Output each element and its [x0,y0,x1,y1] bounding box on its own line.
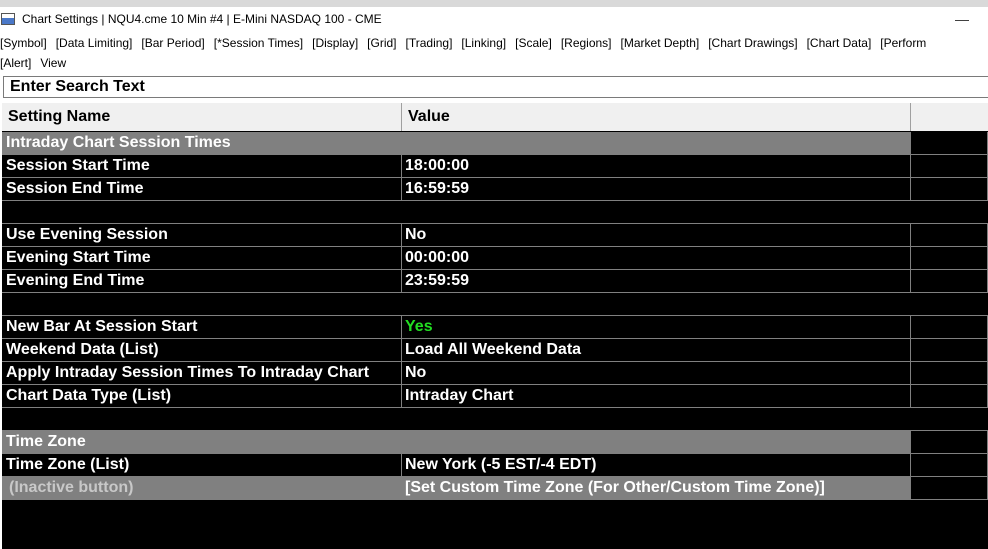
background-window-strip [0,0,988,7]
menu-bar-period[interactable]: [Bar Period] [141,36,204,50]
row-inactive-button[interactable]: (Inactive button) [Set Custom Time Zone … [2,477,988,500]
row-evening-end[interactable]: Evening End Time 23:59:59 [2,270,988,293]
menu-chart-drawings[interactable]: [Chart Drawings] [708,36,797,50]
blank-row [2,201,988,224]
row-spacer [911,477,988,500]
setting-value[interactable]: 00:00:00 [402,247,911,270]
setting-value[interactable]: Intraday Chart [402,385,911,408]
setting-name: New Bar At Session Start [2,316,402,339]
menu-market-depth[interactable]: [Market Depth] [621,36,700,50]
set-custom-time-zone-button[interactable]: [Set Custom Time Zone (For Other/Custom … [402,477,911,500]
row-spacer [911,132,988,155]
setting-name: Evening End Time [2,270,402,293]
setting-name: Apply Intraday Session Times To Intraday… [2,362,402,385]
row-session-start[interactable]: Session Start Time 18:00:00 [2,155,988,178]
menu-view[interactable]: View [40,56,66,70]
row-spacer [911,454,988,477]
blank-row [2,293,988,316]
menu-grid[interactable]: [Grid] [367,36,396,50]
settings-menu-bar: [Symbol] [Data Limiting] [Bar Period] [*Ses… [0,36,988,72]
row-weekend-data[interactable]: Weekend Data (List) Load All Weekend Dat… [2,339,988,362]
menu-scale[interactable]: [Scale] [515,36,552,50]
setting-name: Use Evening Session [2,224,402,247]
setting-name: Evening Start Time [2,247,402,270]
grid-header: Setting Name Value [2,103,988,131]
row-new-bar[interactable]: New Bar At Session Start Yes [2,316,988,339]
setting-value[interactable]: 16:59:59 [402,178,911,201]
setting-value[interactable]: Load All Weekend Data [402,339,911,362]
row-spacer [911,431,988,454]
blank-row [2,408,988,431]
menu-regions[interactable]: [Regions] [561,36,612,50]
menu-alert[interactable]: [Alert] [0,56,31,70]
inactive-button-label: (Inactive button) [2,477,402,500]
row-evening-start[interactable]: Evening Start Time 00:00:00 [2,247,988,270]
row-spacer [911,339,988,362]
app-window-icon [1,13,15,25]
header-value[interactable]: Value [402,103,911,131]
section-intraday: Intraday Chart Session Times [2,132,988,155]
setting-name: Chart Data Type (List) [2,385,402,408]
setting-value[interactable]: No [402,224,911,247]
setting-value[interactable]: New York (-5 EST/-4 EDT) [402,454,911,477]
setting-name: Session Start Time [2,155,402,178]
section-title: Time Zone [2,431,911,454]
row-spacer [911,385,988,408]
title-bar: Chart Settings | NQU4.cme 10 Min #4 | E-… [0,7,988,34]
setting-name: Weekend Data (List) [2,339,402,362]
menu-display[interactable]: [Display] [312,36,358,50]
header-spacer [911,103,988,131]
header-setting-name[interactable]: Setting Name [2,103,402,131]
row-session-end[interactable]: Session End Time 16:59:59 [2,178,988,201]
menu-data-limiting[interactable]: [Data Limiting] [56,36,133,50]
menu-row-2: [Alert] View [0,56,75,70]
row-chart-data-type[interactable]: Chart Data Type (List) Intraday Chart [2,385,988,408]
row-apply-intraday[interactable]: Apply Intraday Session Times To Intraday… [2,362,988,385]
row-spacer [911,316,988,339]
setting-value[interactable]: 18:00:00 [402,155,911,178]
section-time-zone: Time Zone [2,431,988,454]
row-spacer [911,270,988,293]
row-spacer [911,224,988,247]
settings-grid: Setting Name Value Intraday Chart Sessio… [2,103,988,549]
setting-name: Session End Time [2,178,402,201]
row-spacer [911,362,988,385]
menu-trading[interactable]: [Trading] [406,36,453,50]
row-use-evening[interactable]: Use Evening Session No [2,224,988,247]
row-spacer [911,247,988,270]
menu-performance[interactable]: [Perform [880,36,926,50]
row-time-zone[interactable]: Time Zone (List) New York (-5 EST/-4 EDT… [2,454,988,477]
setting-name: Time Zone (List) [2,454,402,477]
search-input[interactable] [3,76,988,98]
minimize-icon[interactable]: — [951,9,973,29]
row-spacer [911,178,988,201]
menu-row-1: [Symbol] [Data Limiting] [Bar Period] [*Ses… [0,36,935,50]
setting-value[interactable]: Yes [402,316,911,339]
menu-linking[interactable]: [Linking] [461,36,506,50]
window-title: Chart Settings | NQU4.cme 10 Min #4 | E-… [22,12,382,26]
menu-session-times[interactable]: [*Session Times] [214,36,303,50]
menu-symbol[interactable]: [Symbol] [0,36,47,50]
section-title: Intraday Chart Session Times [2,132,911,155]
row-spacer [911,155,988,178]
setting-value[interactable]: 23:59:59 [402,270,911,293]
setting-value[interactable]: No [402,362,911,385]
menu-chart-data[interactable]: [Chart Data] [807,36,872,50]
